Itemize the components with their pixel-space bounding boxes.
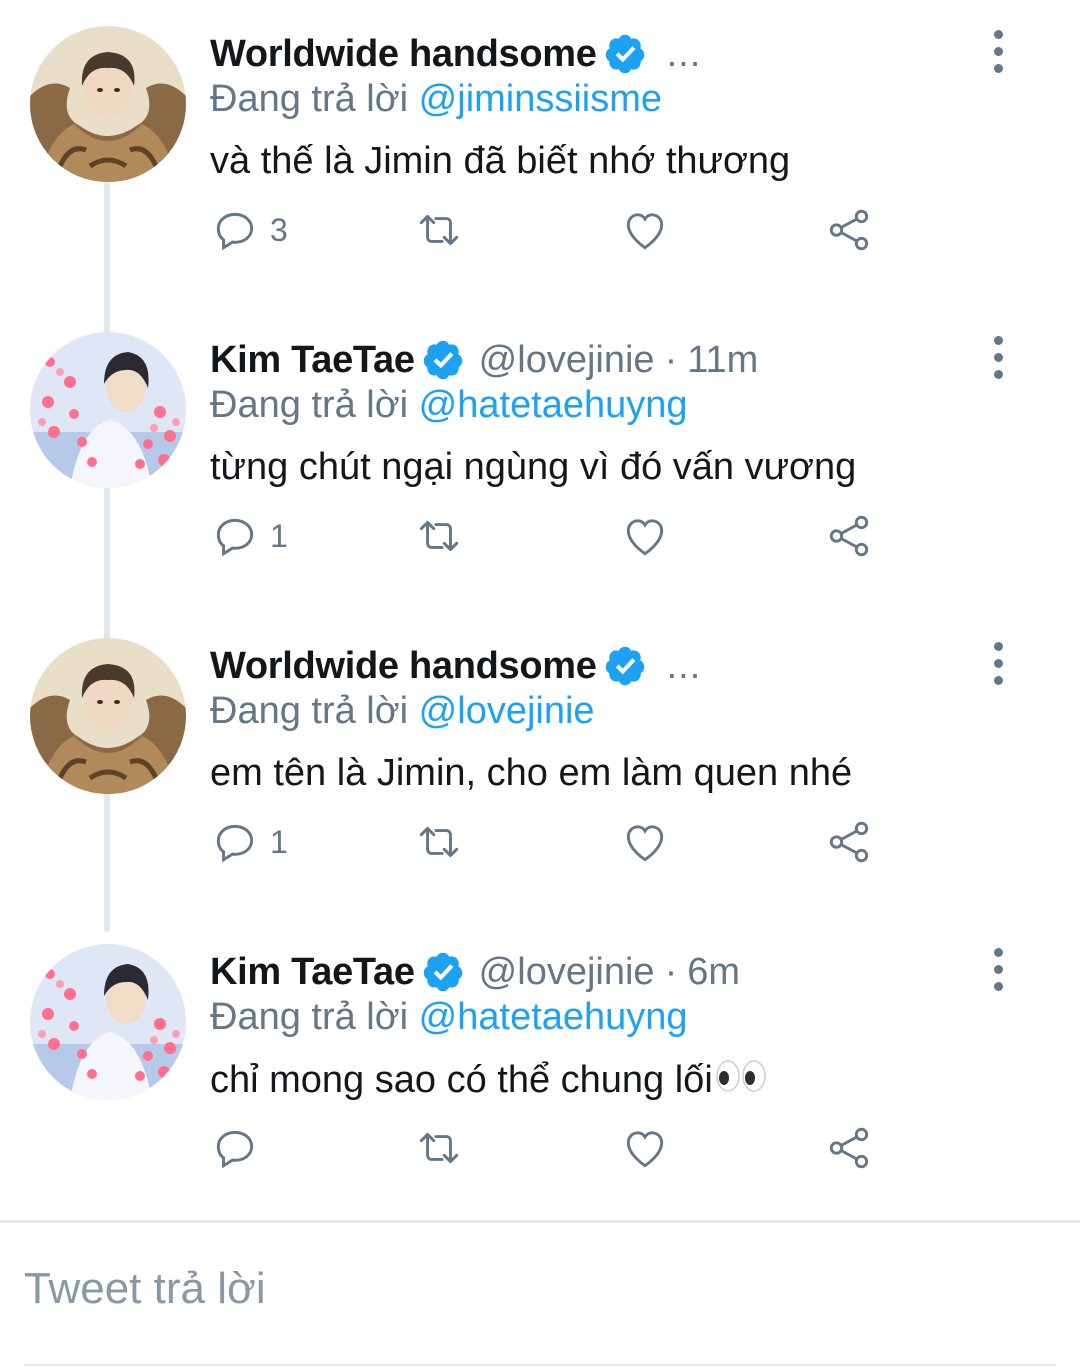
retweet-button[interactable] [414,1118,464,1178]
display-name[interactable]: Kim TaeTae [210,339,415,382]
reply-button[interactable]: 3 [210,200,288,260]
user-handle[interactable]: @lovejinie [479,951,655,994]
tweet-text: từng chút ngại ngùng vì đó vấn vương [210,446,857,488]
heart-icon [626,1131,664,1168]
retweet-icon [419,521,459,551]
reply-mention-link[interactable]: @hatetaehuyng [419,384,688,426]
heart-icon [626,825,664,862]
display-name[interactable]: Worldwide handsome [210,33,597,76]
share-button[interactable] [824,506,874,566]
tweet-text: chỉ mong sao có thể chung lối [210,1059,713,1101]
replying-to: Đang trả lời @jiminssiisme [210,78,662,121]
replying-label: Đang trả lời [210,996,409,1038]
more-options-icon[interactable] [978,26,1018,76]
timestamp[interactable]: 6m [687,951,740,994]
replying-label: Đang trả lời [210,78,409,120]
avatar[interactable] [30,26,186,182]
tweet-text: và thế là Jimin đã biết nhớ thương [210,140,791,182]
reply-compose-input[interactable]: Tweet trả lời [24,1264,266,1314]
tweet[interactable]: Worldwide handsome ... Đang trả lời @lov… [0,612,1080,918]
display-name[interactable]: Kim TaeTae [210,951,415,994]
replying-to: Đang trả lời @lovejinie [210,690,595,733]
replying-to: Đang trả lời @hatetaehuyng [210,384,688,427]
reply-mention-link[interactable]: @hatetaehuyng [419,996,688,1038]
timestamp[interactable]: 11m [687,339,758,382]
avatar[interactable] [30,332,186,488]
retweet-icon [419,215,459,246]
like-button[interactable] [620,200,670,260]
reply-count: 3 [270,211,288,248]
tweet[interactable]: Worldwide handsome ... Đang trả lời @jim… [0,0,1080,306]
more-options-icon[interactable] [978,332,1018,382]
user-handle[interactable]: @lovejinie [479,339,655,382]
replying-to: Đang trả lời @hatetaehuyng [210,996,688,1039]
eyes-emoji-icon [715,1058,767,1104]
retweet-button[interactable] [414,506,464,566]
reply-mention-link[interactable]: @jiminssiisme [419,78,662,120]
tweet-header: Worldwide handsome ... [210,26,701,82]
reply-button[interactable]: 1 [210,812,288,872]
reply-count: 1 [270,823,288,860]
compose-divider [0,1220,1080,1223]
reply-count: 1 [270,517,288,554]
display-name[interactable]: Worldwide handsome [210,645,597,688]
separator-dot: · [664,950,678,993]
replying-label: Đang trả lời [210,384,409,426]
reply-icon [216,518,254,557]
share-icon [829,209,869,251]
reply-icon [216,212,254,251]
verified-badge-icon [603,644,647,688]
tweet-header: Worldwide handsome ... [210,638,701,694]
verified-badge-icon [421,950,465,994]
retweet-icon [419,1133,459,1163]
header-truncation: ... [666,644,702,687]
heart-icon [626,519,664,556]
tweet-text-line: chỉ mong sao có thể chung lối [210,1058,767,1104]
like-button[interactable] [620,812,670,872]
share-icon [829,515,869,557]
heart-icon [626,213,664,250]
reply-button[interactable] [210,1118,270,1178]
reply-icon [216,1130,254,1169]
like-button[interactable] [620,506,670,566]
more-options-icon[interactable] [978,944,1018,994]
compose-underline [24,1364,1056,1366]
tweet[interactable]: Kim TaeTae @lovejinie · 6m Đang trả lời … [0,918,1080,1224]
retweet-icon [419,827,459,857]
tweet-actions: 1 [210,812,890,872]
avatar[interactable] [30,638,186,794]
tweet-actions: 3 [210,200,890,260]
more-options-icon[interactable] [978,638,1018,688]
share-icon [829,821,869,863]
share-button[interactable] [824,1118,874,1178]
tweet-text: em tên là Jimin, cho em làm quen nhé [210,752,853,794]
tweet-header: Kim TaeTae @lovejinie · 11m [210,332,758,388]
reply-mention-link[interactable]: @lovejinie [419,690,595,732]
verified-badge-icon [603,32,647,76]
verified-badge-icon [421,338,465,382]
tweet[interactable]: Kim TaeTae @lovejinie · 11m Đang trả lời… [0,306,1080,612]
share-button[interactable] [824,812,874,872]
retweet-button[interactable] [414,200,464,260]
avatar[interactable] [30,944,186,1100]
share-icon [829,1127,869,1169]
reply-icon [216,824,254,863]
reply-button[interactable]: 1 [210,506,288,566]
share-button[interactable] [824,200,874,260]
tweet-actions [210,1118,890,1178]
retweet-button[interactable] [414,812,464,872]
like-button[interactable] [620,1118,670,1178]
tweet-header: Kim TaeTae @lovejinie · 6m [210,944,740,1000]
tweet-actions: 1 [210,506,890,566]
separator-dot: · [664,338,678,381]
replying-label: Đang trả lời [210,690,409,732]
header-truncation: ... [666,32,702,75]
